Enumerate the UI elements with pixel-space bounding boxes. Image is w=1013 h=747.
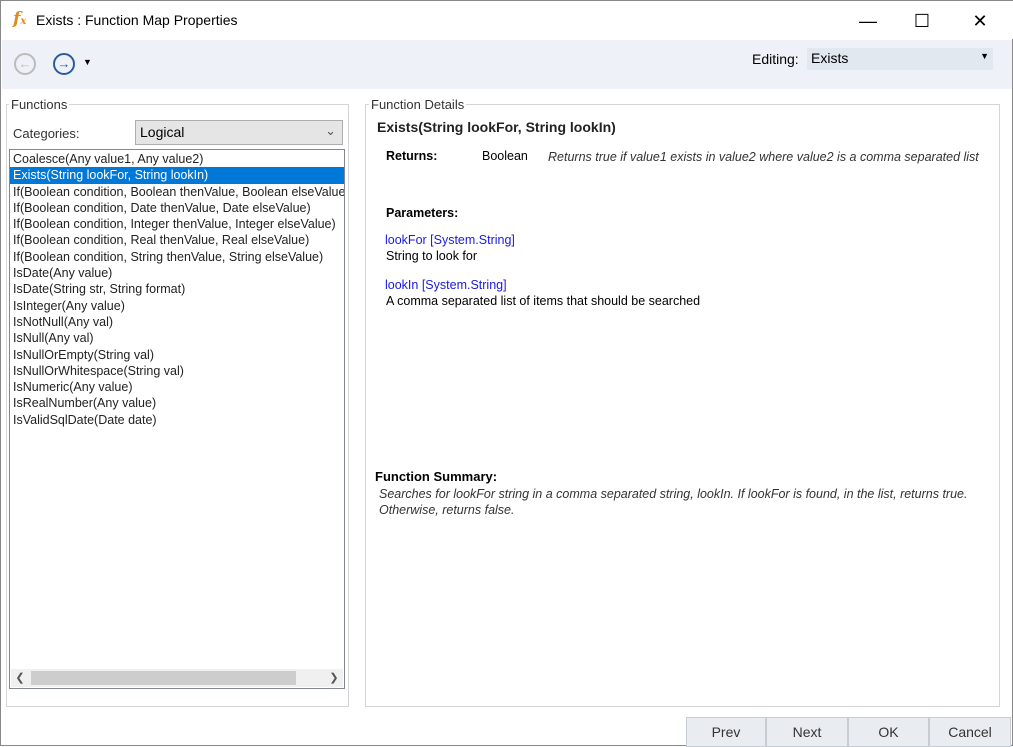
function-list-item[interactable]: Coalesce(Any value1, Any value2) xyxy=(10,151,344,167)
prev-button[interactable]: Prev xyxy=(686,717,766,747)
param-lookin-name: lookIn [System.String] xyxy=(385,278,507,292)
function-list-item[interactable]: If(Boolean condition, Integer thenValue,… xyxy=(10,216,344,232)
chevron-down-icon: ▼ xyxy=(980,51,989,61)
functions-list[interactable]: Coalesce(Any value1, Any value2) Exists(S… xyxy=(9,149,345,689)
editing-select[interactable]: Exists ▼ xyxy=(807,48,993,70)
function-list-item[interactable]: Exists(String lookFor, String lookIn) xyxy=(10,167,344,184)
category-value: Logical xyxy=(140,124,185,140)
function-list-item[interactable]: If(Boolean condition, String thenValue, … xyxy=(10,249,344,265)
back-arrow-icon[interactable]: ← xyxy=(14,53,36,75)
function-list-item[interactable]: IsNullOrEmpty(String val) xyxy=(10,347,344,363)
function-signature: Exists(String lookFor, String lookIn) xyxy=(377,119,616,135)
title-bar: fx Exists : Function Map Properties — ☐ … xyxy=(1,1,1013,39)
scroll-left-icon[interactable]: ❮ xyxy=(11,670,29,686)
function-details-group xyxy=(365,104,1000,707)
scroll-right-icon[interactable]: ❯ xyxy=(325,670,343,686)
param-lookfor-desc: String to look for xyxy=(386,249,478,263)
parameters-label: Parameters: xyxy=(386,206,459,220)
maximize-button[interactable]: ☐ xyxy=(899,7,945,35)
window-title: Exists : Function Map Properties xyxy=(36,12,238,28)
cancel-button[interactable]: Cancel xyxy=(929,717,1011,747)
horizontal-scrollbar[interactable]: ❮ ❯ xyxy=(11,669,343,687)
function-list-item[interactable]: IsDate(String str, String format) xyxy=(10,281,344,297)
summary-label: Function Summary: xyxy=(375,469,498,484)
returns-description: Returns true if value1 exists in value2 … xyxy=(548,150,979,164)
editing-value: Exists xyxy=(811,50,849,66)
function-list-item[interactable]: IsNull(Any val) xyxy=(10,330,344,346)
function-list-item[interactable]: IsNumeric(Any value) xyxy=(10,379,344,395)
chevron-down-icon: ⌄ xyxy=(325,123,336,138)
forward-dropdown-icon[interactable]: ▼ xyxy=(83,57,92,67)
fx-icon: fx xyxy=(13,9,27,29)
next-button[interactable]: Next xyxy=(766,717,848,747)
functions-group-label: Functions xyxy=(9,97,70,112)
param-lookfor-name: lookFor [System.String] xyxy=(385,233,515,247)
function-list-item[interactable]: IsInteger(Any value) xyxy=(10,298,344,314)
editing-label: Editing: xyxy=(752,51,799,67)
summary-text: Searches for lookFor string in a comma s… xyxy=(379,487,968,517)
function-list-item[interactable]: If(Boolean condition, Real thenValue, Re… xyxy=(10,232,344,248)
function-list-item[interactable]: If(Boolean condition, Date thenValue, Da… xyxy=(10,200,344,216)
function-details-group-label: Function Details xyxy=(369,97,467,112)
categories-label: Categories: xyxy=(13,126,80,141)
function-list-item[interactable]: IsRealNumber(Any value) xyxy=(10,395,344,411)
function-list-item[interactable]: If(Boolean condition, Boolean thenValue,… xyxy=(10,184,344,200)
categories-select[interactable]: Logical ⌄ xyxy=(135,120,343,145)
scrollbar-thumb[interactable] xyxy=(31,671,296,685)
forward-arrow-icon[interactable]: → xyxy=(53,53,75,75)
function-list-item[interactable]: IsNullOrWhitespace(String val) xyxy=(10,363,344,379)
function-list-item[interactable]: IsValidSqlDate(Date date) xyxy=(10,412,344,428)
returns-label: Returns: xyxy=(386,149,438,163)
minimize-button[interactable]: — xyxy=(845,7,891,35)
param-lookin-desc: A comma separated list of items that sho… xyxy=(386,294,701,308)
returns-type: Boolean xyxy=(482,149,528,163)
function-list-item[interactable]: IsNotNull(Any val) xyxy=(10,314,344,330)
function-list-item[interactable]: IsDate(Any value) xyxy=(10,265,344,281)
close-button[interactable]: ✕ xyxy=(957,7,1003,35)
ok-button[interactable]: OK xyxy=(848,717,929,747)
